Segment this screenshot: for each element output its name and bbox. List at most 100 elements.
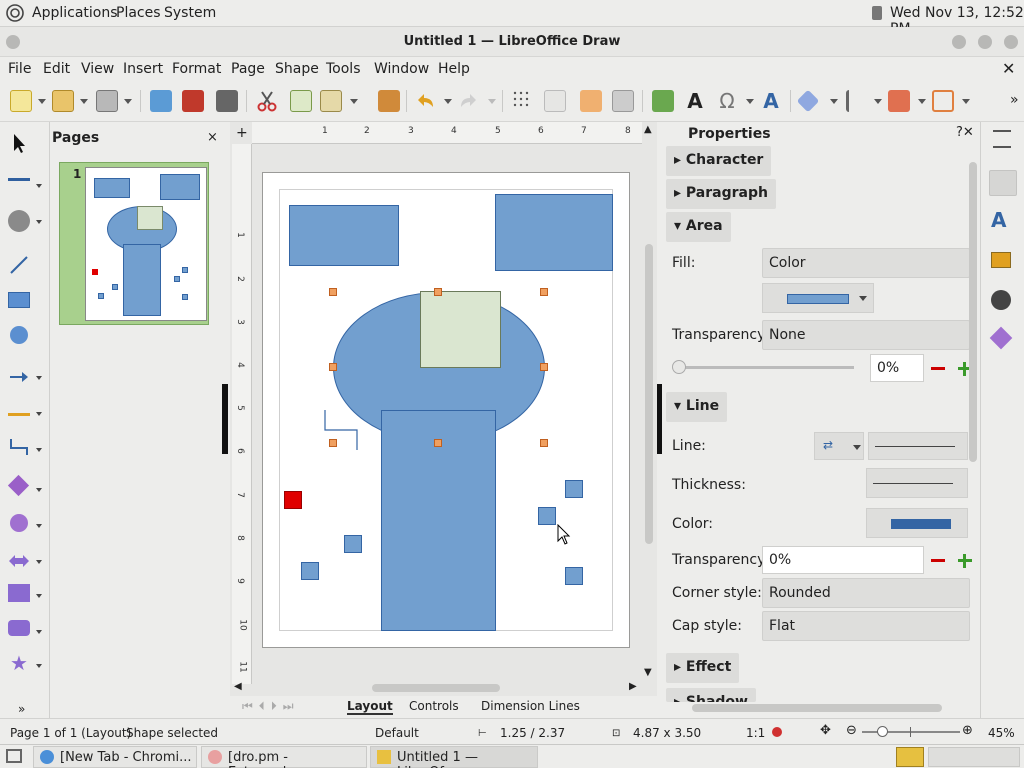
block-arrows-icon[interactable]	[8, 550, 30, 572]
workspace-switcher[interactable]	[896, 747, 924, 767]
shapes-deck-icon[interactable]	[989, 326, 1013, 350]
gallery-deck-icon[interactable]	[991, 252, 1011, 268]
fit-page-icon[interactable]: ✥	[820, 723, 831, 738]
workspace-switcher-other[interactable]	[928, 747, 1020, 767]
taskbar-item-chromium[interactable]: [New Tab - Chromi...	[33, 746, 197, 768]
copy-icon[interactable]	[290, 90, 312, 112]
fontwork-icon[interactable]: A	[760, 90, 782, 112]
paste-icon[interactable]	[320, 90, 342, 112]
vertical-ruler[interactable]: 1 2 3 4 5 6 7 8 9 10 11	[232, 144, 252, 684]
snap-points-icon[interactable]	[580, 90, 602, 112]
rectangle-shape[interactable]	[495, 194, 613, 271]
selection-handle[interactable]	[329, 288, 337, 296]
cut-icon[interactable]	[256, 90, 278, 112]
tab-dimension-lines[interactable]: Dimension Lines	[481, 699, 580, 713]
line-tool-icon[interactable]	[8, 254, 30, 276]
distribute-icon[interactable]	[932, 90, 954, 112]
section-line[interactable]: ▾ Line	[666, 392, 728, 422]
section-character[interactable]: ▸ Character	[666, 146, 772, 176]
close-document-icon[interactable]: ✕	[1002, 59, 1015, 78]
line-color-icon[interactable]	[8, 178, 30, 181]
horizontal-ruler[interactable]: 1 2 3 4 5 6 7 8	[252, 122, 642, 144]
area-transparency-combo[interactable]: None	[762, 320, 970, 350]
left-toolbar-overflow-icon[interactable]: »	[18, 702, 25, 716]
pages-pane-splitter[interactable]	[222, 384, 228, 454]
thickness-picker[interactable]	[866, 468, 968, 498]
helplines-icon[interactable]	[544, 90, 566, 112]
section-effect[interactable]: ▸ Effect	[666, 653, 740, 683]
fill-color-icon[interactable]	[8, 210, 30, 232]
export-icon[interactable]	[150, 90, 172, 112]
connector-icon[interactable]	[8, 436, 30, 458]
selection-handle[interactable]	[329, 439, 337, 447]
sidebar-close-icon[interactable]: ?✕	[956, 125, 974, 140]
document-modified-icon[interactable]	[772, 727, 782, 737]
special-character-icon[interactable]: Ω	[716, 90, 738, 112]
align-icon[interactable]	[846, 90, 868, 112]
red-square-shape[interactable]	[284, 491, 302, 509]
line-color-picker[interactable]	[866, 508, 968, 538]
minimize-button[interactable]	[952, 35, 966, 49]
show-desktop-icon[interactable]	[6, 749, 22, 763]
print-icon[interactable]	[216, 90, 238, 112]
properties-deck-icon[interactable]	[989, 170, 1017, 196]
zoom-status[interactable]: 45%	[988, 726, 1015, 740]
decrease-icon[interactable]	[931, 559, 945, 562]
zoom-in-icon[interactable]: ⊕	[962, 723, 973, 738]
line-transparency-field[interactable]: 0%	[762, 546, 924, 574]
basic-shapes-icon[interactable]	[7, 474, 30, 497]
save-icon[interactable]	[96, 90, 118, 112]
rectangle-shape[interactable]	[289, 205, 399, 266]
grid-icon[interactable]	[512, 90, 534, 112]
close-window-button[interactable]	[1004, 35, 1018, 49]
selection-handle[interactable]	[540, 363, 548, 371]
corner-style-combo[interactable]: Rounded	[762, 578, 970, 608]
insert-text-icon[interactable]: A	[684, 90, 706, 112]
ellipse-tool-icon[interactable]	[10, 326, 28, 344]
insert-image-icon[interactable]	[652, 90, 674, 112]
flowchart-icon[interactable]	[8, 584, 30, 602]
selection-handle[interactable]	[540, 439, 548, 447]
zoom-slider[interactable]	[862, 726, 960, 737]
sidebar-scrollbar[interactable]	[968, 154, 978, 704]
ruler-origin-icon[interactable]: +	[236, 125, 248, 141]
clone-formatting-icon[interactable]	[378, 90, 400, 112]
transparency-slider[interactable]	[672, 360, 854, 374]
navigator-deck-icon[interactable]	[991, 290, 1011, 310]
redo-icon[interactable]	[458, 90, 480, 112]
sidebar-menu-icon[interactable]	[993, 130, 1011, 148]
pages-close-icon[interactable]: ×	[207, 130, 218, 145]
gnome-foot-icon[interactable]	[6, 4, 24, 22]
tab-navigation-icons[interactable]: ⏮⏴⏵⏭	[242, 699, 300, 714]
selection-handle[interactable]	[540, 288, 548, 296]
square-shape-selected[interactable]	[420, 291, 501, 368]
sidebar-hscrollbar[interactable]	[672, 704, 968, 712]
arrow-style-picker[interactable]: ⇄	[814, 432, 864, 460]
export-pdf-icon[interactable]	[182, 90, 204, 112]
undo-icon[interactable]	[414, 90, 436, 112]
selection-handle[interactable]	[434, 288, 442, 296]
fill-color-picker[interactable]	[762, 283, 874, 313]
vertical-scroll-thumb[interactable]	[645, 244, 653, 544]
small-square-shape[interactable]	[538, 507, 556, 525]
new-document-icon[interactable]	[10, 90, 32, 112]
area-transparency-percent-field[interactable]: 0%	[870, 354, 924, 382]
menu-help[interactable]: Help	[438, 61, 470, 77]
scale-status[interactable]: 1:1	[746, 726, 765, 740]
sidebar-scroll-thumb[interactable]	[969, 162, 977, 462]
decrease-icon[interactable]	[931, 367, 945, 370]
cap-style-combo[interactable]: Flat	[762, 611, 970, 641]
section-shadow[interactable]: ▸ Shadow	[666, 688, 756, 702]
section-area[interactable]: ▾ Area	[666, 212, 731, 242]
select-arrow-icon[interactable]	[8, 132, 30, 154]
zoom-slider-knob[interactable]	[877, 726, 888, 737]
selection-handle[interactable]	[329, 363, 337, 371]
page-thumbnail[interactable]: 1	[59, 162, 209, 325]
zoom-pan-icon[interactable]	[612, 90, 634, 112]
selection-handle[interactable]	[434, 439, 442, 447]
open-folder-icon[interactable]	[52, 90, 74, 112]
fill-type-combo[interactable]: Color	[762, 248, 970, 278]
rectangle-tool-icon[interactable]	[8, 292, 30, 308]
menu-page[interactable]: Page	[231, 61, 265, 77]
menu-file[interactable]: File	[8, 61, 31, 77]
